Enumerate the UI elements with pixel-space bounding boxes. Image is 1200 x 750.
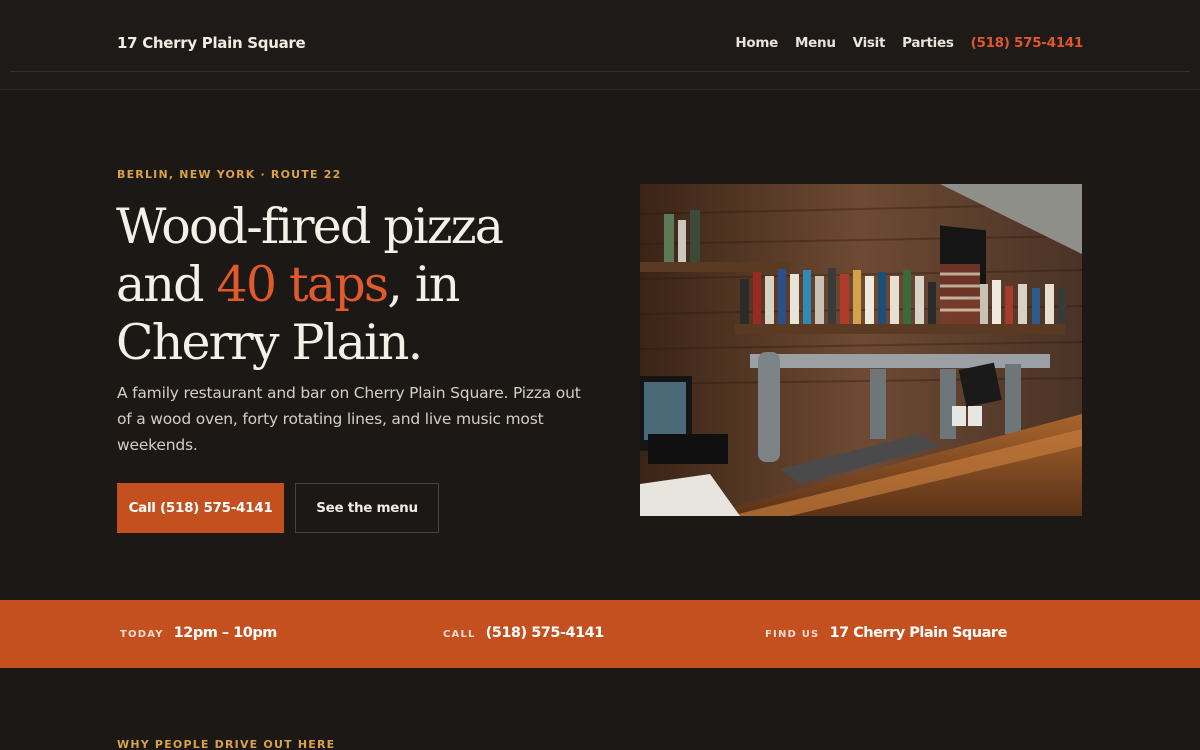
nav-visit[interactable]: Visit — [853, 35, 886, 51]
hero-headline: Wood-fired pizza and 40 taps, in Cherry … — [116, 198, 636, 372]
section-eyebrow: WHY PEOPLE DRIVE OUT HERE — [117, 738, 336, 750]
nav-parties[interactable]: Parties — [902, 35, 954, 51]
band-call: CALL (518) 575-4141 — [443, 625, 604, 641]
headline-line-3: Cherry Plain. — [116, 314, 423, 371]
headline-line-2-end: , in — [387, 256, 460, 313]
brand-link[interactable]: 17 Cherry Plain Square — [117, 34, 306, 52]
header-divider — [10, 71, 1190, 72]
band-hours-label: TODAY — [120, 629, 164, 640]
call-button[interactable]: Call (518) 575-4141 — [117, 483, 284, 533]
band-call-value[interactable]: (518) 575-4141 — [486, 625, 605, 641]
bar-taps-photo — [640, 184, 1082, 516]
main-nav: Home Menu Visit Parties (518) 575-4141 — [735, 35, 1083, 51]
hero-description: A family restaurant and bar on Cherry Pl… — [117, 384, 581, 454]
band-location: FIND US 17 Cherry Plain Square — [765, 625, 1007, 641]
nav-phone-link[interactable]: (518) 575-4141 — [971, 35, 1084, 51]
headline-accent: 40 taps — [216, 256, 390, 313]
headline-line-2-start: and — [116, 256, 217, 313]
see-menu-button[interactable]: See the menu — [295, 483, 439, 533]
band-hours: TODAY 12pm – 10pm — [120, 625, 277, 641]
band-hours-value: 12pm – 10pm — [173, 625, 278, 641]
band-call-label: CALL — [443, 629, 476, 640]
site-header: 17 Cherry Plain Square Home Menu Visit P… — [0, 0, 1200, 90]
band-location-label: FIND US — [765, 629, 820, 640]
nav-home[interactable]: Home — [735, 35, 778, 51]
info-band: TODAY 12pm – 10pm CALL (518) 575-4141 FI… — [0, 600, 1200, 668]
headline-line-1: Wood-fired pizza — [116, 198, 504, 255]
band-location-value[interactable]: 17 Cherry Plain Square — [829, 625, 1007, 641]
hero-eyebrow: BERLIN, NEW YORK · ROUTE 22 — [117, 168, 342, 181]
nav-menu[interactable]: Menu — [795, 35, 836, 51]
